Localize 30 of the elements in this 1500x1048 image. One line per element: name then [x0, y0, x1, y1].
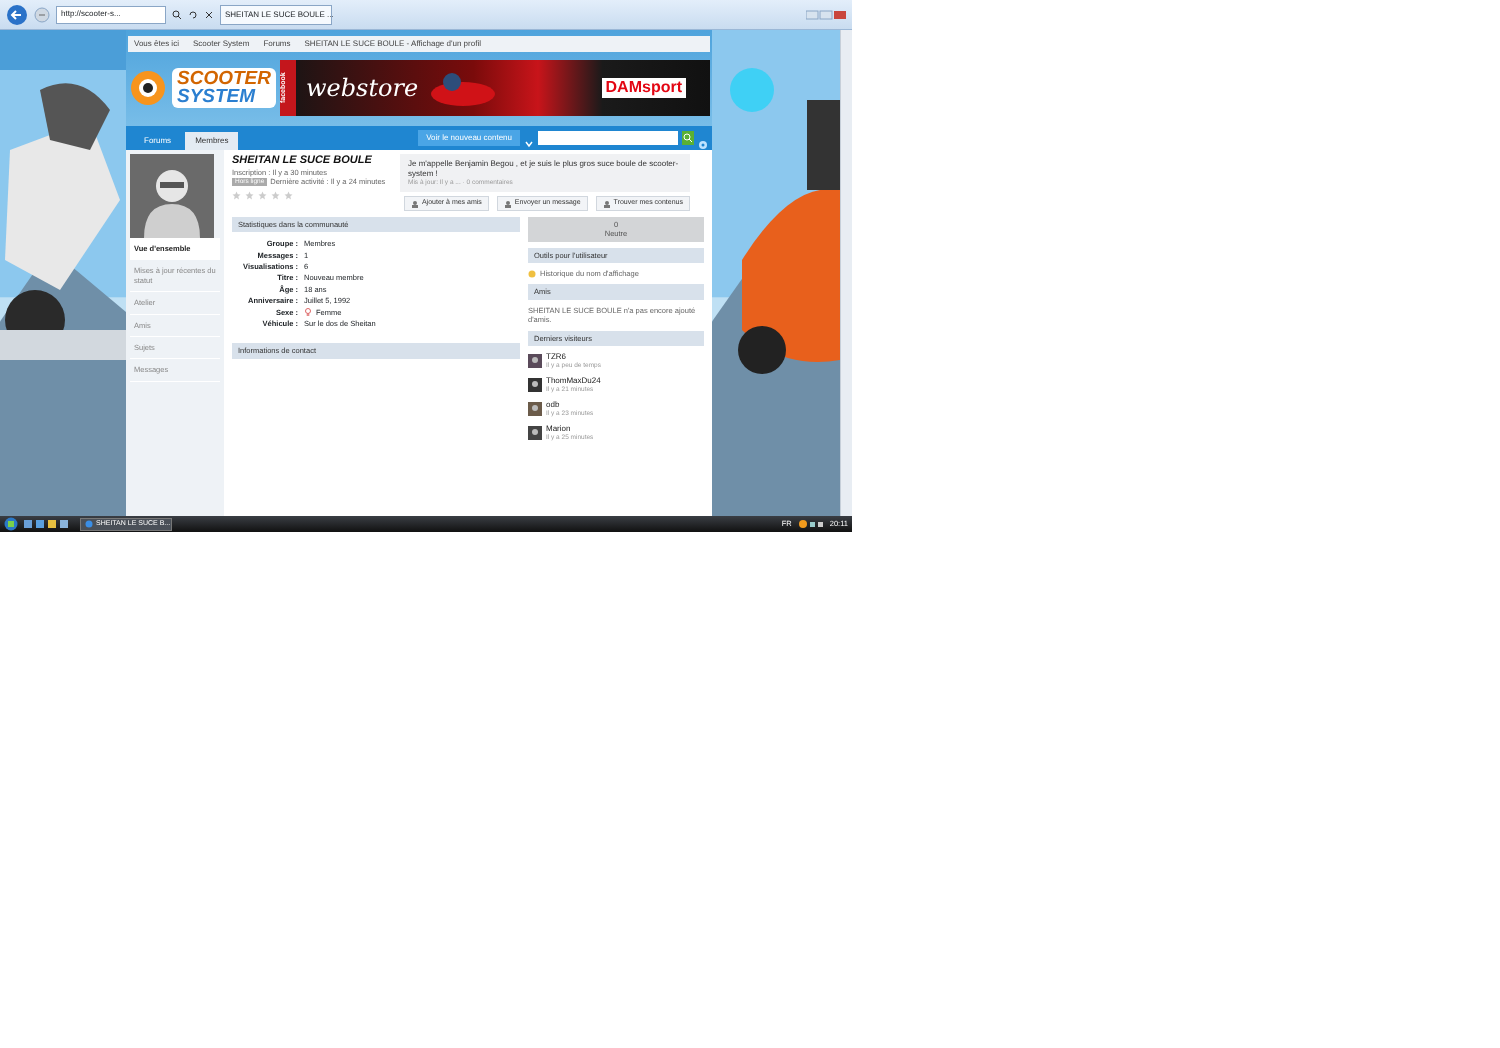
quick-launch-icon[interactable]: [24, 519, 74, 529]
user-icon: [503, 199, 512, 208]
avatar: [130, 154, 214, 238]
browser-icon: [85, 520, 93, 528]
search-field[interactable]: [538, 131, 678, 145]
visitor-avatar[interactable]: [528, 426, 542, 441]
caret-icon[interactable]: [524, 138, 534, 150]
user-icon: [410, 199, 419, 208]
brand-logo: DAMsport: [601, 78, 686, 98]
star-icon[interactable]: [245, 190, 254, 200]
banner-title: webstore: [306, 73, 419, 103]
bulb-icon: [528, 269, 536, 278]
visitor-avatar[interactable]: [528, 353, 542, 368]
search-button[interactable]: [682, 131, 694, 145]
star-icon[interactable]: [271, 190, 280, 200]
settings-icon[interactable]: [698, 140, 708, 150]
star-icon[interactable]: [232, 190, 241, 200]
visitor-avatar[interactable]: [528, 378, 542, 393]
visitor-avatar[interactable]: [528, 402, 542, 417]
star-icon[interactable]: [258, 190, 267, 200]
motorbike-drawing: [428, 68, 499, 108]
forward-icon[interactable]: [34, 6, 50, 23]
user-icon: [602, 199, 611, 208]
star-icon[interactable]: [284, 190, 293, 200]
back-icon[interactable]: [6, 3, 28, 26]
window-controls-icon[interactable]: [806, 9, 846, 20]
tray-icon[interactable]: [797, 519, 824, 529]
logo-text: SCOOTER SYSTEM: [172, 67, 276, 109]
start-icon[interactable]: [4, 517, 18, 531]
scrollbar[interactable]: [840, 30, 852, 516]
